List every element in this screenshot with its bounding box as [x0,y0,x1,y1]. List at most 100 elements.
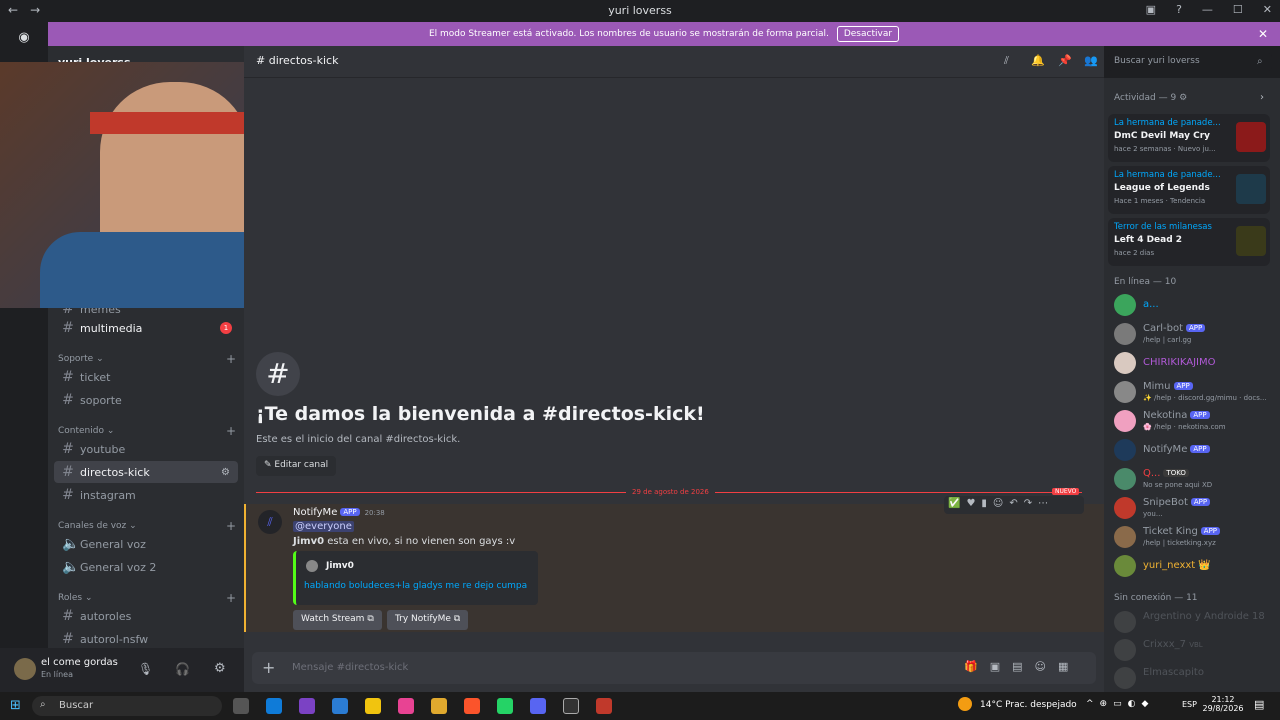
sidebar-item-directos-kick[interactable]: # directos-kick ⚙ [54,461,238,483]
obs-icon[interactable] [563,698,579,714]
task-view-icon[interactable] [233,698,249,714]
message-author[interactable]: NotifyMe APP 20:38 [293,507,385,518]
window-controls[interactable]: ▣ ? — ☐ ✕ [1146,3,1272,16]
hash-icon: # [62,441,74,457]
add-channel-icon[interactable]: + [226,591,236,605]
discord-home-icon[interactable]: ◉ [8,25,40,49]
add-channel-icon[interactable]: + [226,519,236,533]
microphone-icon[interactable]: 🎙 [138,662,153,676]
user-settings-icon[interactable]: ⚙ [214,661,226,676]
message-actions-toolbar[interactable]: ✅♥▮☺↶↷⋯ [944,496,1084,514]
sidebar-item-general-voz-2[interactable]: 🔈 General voz 2 [54,556,238,578]
add-attachment-icon[interactable]: + [262,658,275,677]
close-icon[interactable]: ✕ [1263,3,1272,16]
activity-card[interactable]: La hermana de panade... League of Legend… [1108,166,1270,214]
sidebar-item-general-voz[interactable]: 🔈 General voz [54,533,238,555]
notifyme-avatar[interactable]: ⫽ [258,510,282,534]
sidebar-item-soporte[interactable]: # soporte [54,389,238,411]
tray-icons[interactable]: ^⊕▭◐◆ [1086,699,1154,709]
embed-title-link[interactable]: hablando boludeces+la gladys me re dejo … [304,581,527,591]
edit-channel-button[interactable]: ✎ Editar canal [256,456,337,476]
edge-icon[interactable] [266,698,282,714]
member-item[interactable]: Q... TOKO No se pone aqui XD [1114,466,1274,492]
composer-tools[interactable]: 🎁▣▤☺▦ [964,660,1080,673]
app-icon[interactable] [299,698,315,714]
avatar[interactable] [14,658,36,680]
member-item[interactable]: Crixxx_7 VBL [1114,637,1274,663]
avatar [1114,381,1136,403]
notification-icon[interactable]: ▤ [1254,698,1264,711]
message-input[interactable]: Mensaje #directos-kick [292,662,408,673]
chevron-right-icon[interactable]: › [1260,92,1264,103]
threads-icon[interactable]: ⫽ [1004,54,1009,68]
activity-header[interactable]: Actividad — 9 ⚙ [1114,93,1187,103]
category-canales-de-voz[interactable]: Canales de voz ⌄ + [58,519,238,533]
sidebar-item-autorol-nsfw[interactable]: # autorol-nsfw [54,628,238,650]
bell-icon[interactable]: 🔔 [1031,54,1045,67]
pin-icon[interactable]: 📌 [1058,54,1072,67]
members-icon[interactable]: 👥 [1084,54,1098,67]
brave-icon[interactable] [464,698,480,714]
game-thumbnail [1236,174,1266,204]
message-composer[interactable]: + Mensaje #directos-kick 🎁▣▤☺▦ [252,652,1096,684]
language-indicator[interactable]: ESP [1182,700,1197,709]
discord-icon[interactable] [530,698,546,714]
sidebar-item-multimedia[interactable]: # multimedia 1 [54,317,238,339]
app-icon[interactable] [398,698,414,714]
channel-title: # directos-kick [256,54,339,67]
search-input[interactable]: Buscar yuri loverss [1108,53,1272,71]
app-icon[interactable] [596,698,612,714]
inbox-icon[interactable]: ▣ [1146,3,1156,16]
add-channel-icon[interactable]: + [226,424,236,438]
add-channel-icon[interactable]: + [226,352,236,366]
member-tag: APP [1186,324,1206,332]
category-roles[interactable]: Roles ⌄ + [58,591,238,605]
sidebar-item-autoroles[interactable]: # autoroles [54,605,238,627]
mail-icon[interactable] [332,698,348,714]
member-item[interactable]: Argentino y Androide 18 [1114,609,1274,635]
member-item[interactable]: Elmascapito [1114,665,1274,691]
app-tag: APP [340,508,360,516]
whatsapp-icon[interactable] [497,698,513,714]
hash-icon: # [62,487,74,503]
watch-stream-button[interactable]: Watch Stream ⧉ [293,610,382,630]
member-item[interactable]: Carl-bot APP/help | carl.gg [1114,321,1274,347]
store-icon[interactable] [365,698,381,714]
member-item[interactable]: a... [1114,292,1274,318]
headphones-icon[interactable]: 🎧 [175,662,190,676]
member-item[interactable]: NotifyMe APP [1114,437,1274,463]
sidebar-item-instagram[interactable]: # instagram [54,484,238,506]
settings-icon[interactable]: ⚙ [221,467,230,478]
clock[interactable]: 21:12 29/8/2026 [1200,695,1246,713]
member-item[interactable]: SnipeBot APP you... [1114,495,1274,521]
hash-icon: # [62,392,74,408]
member-name: yuri_nexxt 👑 [1143,560,1211,571]
taskbar-search[interactable]: ⌕ Buscar [32,696,222,716]
member-item[interactable]: Mimu APP ✨ /help · discord.gg/mimu · docs.… [1114,379,1274,405]
member-item[interactable]: yuri_nexxt 👑 [1114,553,1274,579]
member-name: NotifyMe [1143,444,1188,455]
file-explorer-icon[interactable] [431,698,447,714]
minimize-icon[interactable]: — [1202,3,1213,16]
sidebar-item-ticket[interactable]: # ticket [54,366,238,388]
avatar [1114,526,1136,548]
member-name: Carl-bot [1143,323,1183,334]
member-status: /help | ticketking.xyz [1143,539,1216,547]
windows-start-icon[interactable]: ⊞ [10,698,21,713]
everyone-mention[interactable]: @everyone [293,521,354,532]
category-soporte[interactable]: Soporte ⌄ + [58,352,238,366]
activity-card[interactable]: Terror de las milanesas Left 4 Dead 2 ha… [1108,218,1270,266]
external-link-icon: ⧉ [453,614,461,624]
activity-card[interactable]: La hermana de panade... DmC Devil May Cr… [1108,114,1270,162]
member-item[interactable]: Nekotina APP 🌸 /help · nekotina.com [1114,408,1274,434]
category-contenido[interactable]: Contenido ⌄ + [58,424,238,438]
weather-text[interactable]: 14°C Prac. despejado [980,700,1077,710]
member-item[interactable]: Ticket King APP/help | ticketking.xyz [1114,524,1274,550]
maximize-icon[interactable]: ☐ [1233,3,1243,16]
deactivate-button[interactable]: Desactivar [836,26,900,42]
sidebar-item-youtube[interactable]: # youtube [54,438,238,460]
try-notifyme-button[interactable]: Try NotifyMe ⧉ [387,610,469,630]
member-item[interactable]: CHIRIKIKAJIMO [1114,350,1274,376]
close-banner-icon[interactable]: ✕ [1258,27,1268,41]
help-icon[interactable]: ? [1176,3,1182,16]
